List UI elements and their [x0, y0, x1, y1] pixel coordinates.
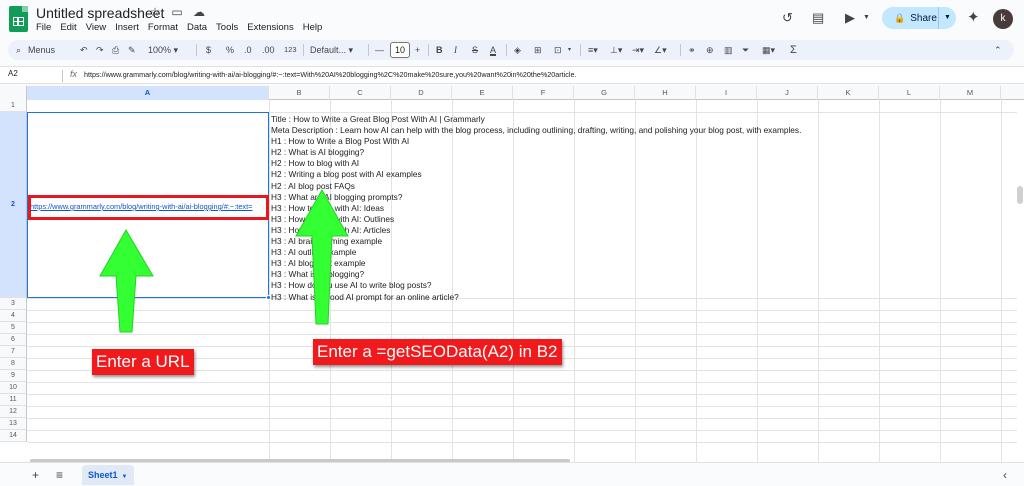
share-button[interactable]: 🔒 Share ▼ — [882, 7, 956, 29]
sheet-tab-dropdown-icon[interactable]: ▼ — [122, 474, 128, 480]
menu-format[interactable]: Format — [148, 22, 178, 33]
share-dropdown-icon[interactable]: ▼ — [938, 7, 956, 29]
formula-input[interactable]: https://www.grammarly.com/blog/writing-w… — [84, 70, 576, 79]
text-color-button[interactable]: A — [490, 40, 496, 60]
fill-color-icon[interactable]: ◈ — [514, 40, 521, 60]
meet-icon[interactable]: ▶ — [845, 10, 855, 26]
search-icon[interactable]: ⌕ — [16, 40, 21, 60]
font-select[interactable]: Default... ▾ — [310, 40, 353, 60]
merge-cells-icon[interactable]: ⊡ — [554, 40, 562, 60]
menu-file[interactable]: File — [36, 22, 51, 33]
comments-icon[interactable]: ▤ — [812, 10, 824, 26]
bold-button[interactable]: B — [436, 40, 443, 60]
menu-view[interactable]: View — [86, 22, 106, 33]
font-name: Default... — [310, 45, 347, 55]
sheets-logo-icon[interactable] — [9, 6, 28, 32]
menu-bar: File Edit View Insert Format Data Tools … — [36, 22, 322, 33]
grid: A B C D E F G H I J K L M 1 2 3 4 5 6 7 … — [0, 86, 1024, 462]
star-icon[interactable]: ☆ — [148, 5, 162, 19]
paint-format-icon[interactable]: ✎ — [128, 40, 136, 60]
all-sheets-icon[interactable]: ≡ — [56, 468, 63, 482]
collapse-toolbar-icon[interactable]: ⌃ — [994, 40, 1002, 60]
menus-search[interactable]: Menus — [28, 40, 55, 60]
text-rotation-icon[interactable]: ∠▾ — [654, 40, 667, 60]
menu-extensions[interactable]: Extensions — [247, 22, 293, 33]
functions-button[interactable]: Σ — [790, 40, 797, 60]
cloud-status-icon[interactable]: ☁ — [192, 5, 206, 19]
move-folder-icon[interactable]: ▭ — [170, 5, 184, 19]
zoom-select[interactable]: 100% ▾ — [148, 40, 178, 60]
menu-data[interactable]: Data — [187, 22, 207, 33]
add-sheet-icon[interactable]: + — [32, 468, 39, 482]
share-label: Share — [910, 12, 937, 24]
strikethrough-button[interactable]: S — [472, 40, 478, 60]
formula-bar: A2 fx https://www.grammarly.com/blog/wri… — [0, 66, 1024, 84]
insert-comment-icon[interactable]: ⊕ — [706, 40, 714, 60]
sheet-bar: + ≡ Sheet1 ▼ ‹ — [0, 462, 1024, 486]
menu-insert[interactable]: Insert — [115, 22, 139, 33]
menu-edit[interactable]: Edit — [60, 22, 76, 33]
name-box[interactable]: A2 — [8, 69, 18, 78]
toolbar: ⌕ Menus ↶ ↷ ⎙ ✎ 100% ▾ $ % .0 .00 123 De… — [8, 40, 1014, 60]
insert-link-icon[interactable]: ⚭ — [688, 40, 696, 60]
redo-icon[interactable]: ↷ — [96, 40, 104, 60]
menu-help[interactable]: Help — [303, 22, 323, 33]
callout-enter-url: Enter a URL — [92, 349, 194, 375]
arrow-formula-icon — [295, 188, 349, 325]
print-icon[interactable]: ⎙ — [112, 40, 119, 60]
vertical-align-icon[interactable]: ⊥▾ — [610, 40, 622, 60]
gemini-sparkle-icon[interactable]: ✦ — [967, 8, 980, 26]
font-size-input[interactable]: 10 — [390, 42, 410, 58]
arrow-url-icon — [99, 228, 154, 333]
merge-dropdown-icon[interactable]: ▾ — [568, 40, 571, 60]
borders-icon[interactable]: ⊞ — [534, 40, 542, 60]
font-size-increase-icon[interactable]: + — [415, 40, 420, 60]
insert-chart-icon[interactable]: ▥ — [724, 40, 733, 60]
fx-icon: fx — [70, 69, 78, 79]
avatar[interactable]: k — [993, 9, 1013, 29]
decrease-decimal-button[interactable]: .0 — [244, 40, 252, 60]
horizontal-align-icon[interactable]: ≡▾ — [588, 40, 598, 60]
currency-button[interactable]: $ — [206, 40, 211, 60]
vertical-scrollbar[interactable] — [1017, 186, 1023, 204]
italic-button[interactable]: I — [454, 40, 457, 60]
version-history-icon[interactable]: ↺ — [782, 10, 793, 26]
zoom-value: 100% — [148, 45, 172, 55]
title-icons: ☆ ▭ ☁ — [148, 5, 206, 19]
undo-icon[interactable]: ↶ — [80, 40, 88, 60]
explore-collapse-icon[interactable]: ‹ — [1003, 468, 1007, 482]
header: Untitled spreadsheet ☆ ▭ ☁ File Edit Vie… — [0, 0, 1024, 38]
sheet-tab-sheet1[interactable]: Sheet1 ▼ — [82, 465, 134, 485]
callout-enter-formula: Enter a =getSEOData(A2) in B2 — [313, 339, 562, 365]
sheet-tab-label: Sheet1 — [88, 470, 118, 480]
filter-icon[interactable]: ⏷ — [742, 40, 749, 60]
number-format-button[interactable]: 123 — [284, 40, 297, 60]
menu-tools[interactable]: Tools — [216, 22, 238, 33]
meet-dropdown-icon[interactable]: ▼ — [863, 14, 870, 21]
spreadsheet-app: Untitled spreadsheet ☆ ▭ ☁ File Edit Vie… — [0, 0, 1024, 486]
filter-views-icon[interactable]: ▦▾ — [762, 40, 775, 60]
lock-icon: 🔒 — [894, 12, 906, 23]
document-title[interactable]: Untitled spreadsheet — [36, 5, 164, 21]
text-wrap-icon[interactable]: ⇥▾ — [632, 40, 644, 60]
increase-decimal-button[interactable]: .00 — [262, 40, 275, 60]
font-size-decrease-icon[interactable]: — — [375, 40, 384, 60]
percent-button[interactable]: % — [226, 40, 234, 60]
annotation-arrows — [99, 188, 349, 333]
